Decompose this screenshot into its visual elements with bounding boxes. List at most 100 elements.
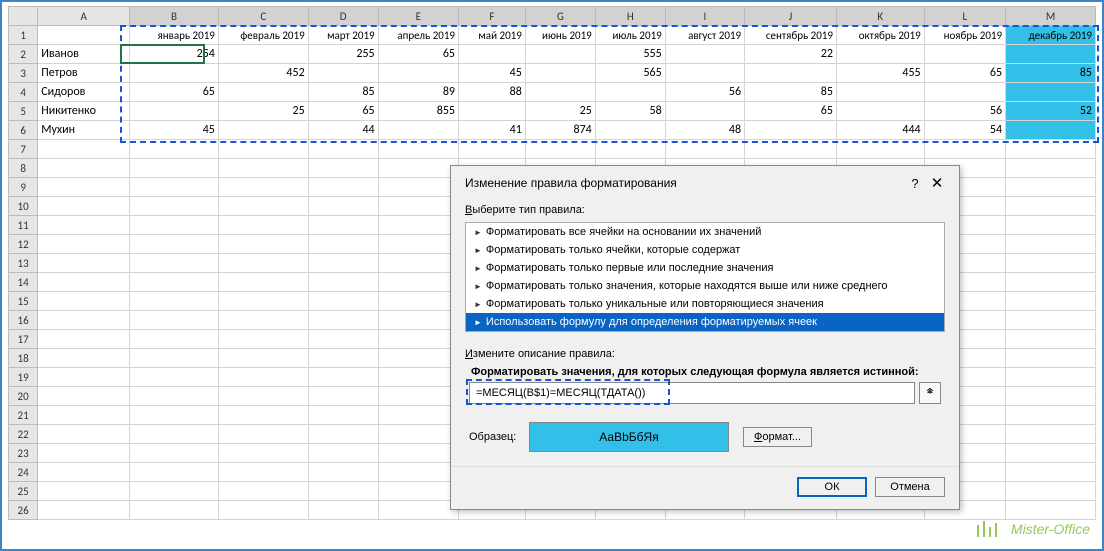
row-header[interactable]: 24 [9,463,38,482]
cell[interactable]: 52 [1006,102,1096,121]
cell[interactable]: декабрь 2019 [1006,26,1096,45]
cell[interactable] [38,368,130,387]
cell[interactable] [308,235,378,254]
row-header[interactable]: 20 [9,387,38,406]
row-header[interactable]: 13 [9,254,38,273]
cell[interactable] [38,463,130,482]
cell[interactable] [218,45,308,64]
row-header[interactable]: 6 [9,121,38,140]
cell[interactable] [378,501,458,520]
cell[interactable] [218,121,308,140]
cell[interactable]: 65 [130,83,219,102]
cell[interactable] [308,216,378,235]
cell[interactable] [836,83,924,102]
cell[interactable] [1006,330,1096,349]
cell[interactable] [38,482,130,501]
cell[interactable] [218,254,308,273]
cell[interactable] [1006,349,1096,368]
cell[interactable] [38,26,130,45]
cell[interactable] [218,216,308,235]
cell[interactable] [595,140,665,159]
cell[interactable] [1006,140,1096,159]
cell[interactable] [1006,387,1096,406]
cell[interactable]: 65 [745,102,837,121]
cell[interactable] [1006,121,1096,140]
cell[interactable]: 444 [836,121,924,140]
cell[interactable] [218,197,308,216]
cell[interactable] [218,501,308,520]
cell[interactable] [130,501,219,520]
cell[interactable] [308,368,378,387]
cell[interactable] [924,140,1005,159]
cell[interactable] [308,406,378,425]
cell[interactable] [38,425,130,444]
cell[interactable] [378,387,458,406]
cell[interactable] [130,140,219,159]
cell[interactable]: 88 [459,83,526,102]
collapse-dialog-icon[interactable] [919,382,941,404]
cell[interactable] [308,349,378,368]
cell[interactable] [308,159,378,178]
rule-type-item[interactable]: Форматировать только первые или последни… [466,259,944,277]
cell[interactable] [130,292,219,311]
cell[interactable]: 25 [218,102,308,121]
row-header[interactable]: 2 [9,45,38,64]
cell[interactable] [308,482,378,501]
cell[interactable]: 65 [924,64,1005,83]
cell[interactable] [378,140,458,159]
row-header[interactable]: 15 [9,292,38,311]
cell[interactable] [459,140,526,159]
cell[interactable] [595,121,665,140]
cell[interactable] [1006,444,1096,463]
column-header[interactable]: E [378,7,458,26]
cell[interactable] [1006,406,1096,425]
column-header[interactable]: L [924,7,1005,26]
column-header[interactable]: F [459,7,526,26]
rule-type-item[interactable]: Форматировать только уникальные или повт… [466,295,944,313]
row-header[interactable]: 5 [9,102,38,121]
cell[interactable] [745,64,837,83]
cell[interactable]: 65 [378,45,458,64]
cell[interactable]: Сидоров [38,83,130,102]
cell[interactable] [130,64,219,83]
cell[interactable] [130,406,219,425]
column-header[interactable]: G [525,7,595,26]
cell[interactable] [378,463,458,482]
cell[interactable]: 85 [308,83,378,102]
cell[interactable]: март 2019 [308,26,378,45]
cell[interactable] [1006,273,1096,292]
cell[interactable] [378,311,458,330]
cell[interactable] [525,64,595,83]
cell[interactable] [218,311,308,330]
cell[interactable]: 22 [745,45,837,64]
help-icon[interactable]: ? [905,176,925,191]
cell[interactable] [1006,501,1096,520]
cell[interactable] [38,140,130,159]
cell[interactable] [38,311,130,330]
cell[interactable] [308,501,378,520]
formula-input[interactable] [469,382,915,404]
cell[interactable] [218,368,308,387]
cell[interactable] [130,425,219,444]
row-header[interactable]: 22 [9,425,38,444]
cell[interactable] [836,45,924,64]
cell[interactable] [308,387,378,406]
cell[interactable]: 85 [745,83,837,102]
cell[interactable] [378,368,458,387]
rule-type-item[interactable]: Форматировать все ячейки на основании их… [466,223,944,241]
cell[interactable] [745,121,837,140]
row-header[interactable]: 9 [9,178,38,197]
cell[interactable]: 45 [130,121,219,140]
column-header[interactable]: B [130,7,219,26]
cell[interactable]: июль 2019 [595,26,665,45]
cell[interactable] [218,330,308,349]
cell[interactable] [308,64,378,83]
cell[interactable] [1006,235,1096,254]
cell[interactable]: 452 [218,64,308,83]
cell[interactable] [130,235,219,254]
cell[interactable]: 44 [308,121,378,140]
cell[interactable] [130,330,219,349]
cell[interactable] [665,64,744,83]
cell[interactable] [1006,368,1096,387]
cell[interactable] [308,425,378,444]
